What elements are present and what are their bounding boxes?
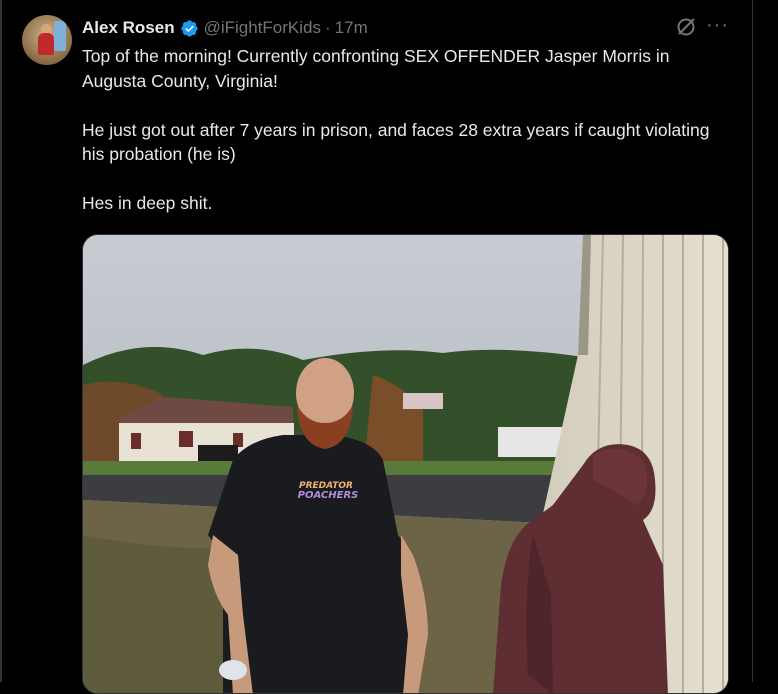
- tweet-photo[interactable]: PREDATOR POACHERS: [82, 234, 729, 694]
- more-options-icon[interactable]: ···: [706, 14, 728, 38]
- verified-badge-icon[interactable]: [180, 19, 199, 38]
- tweet-paragraph-2: He just got out after 7 years in prison,…: [82, 119, 710, 165]
- author-handle[interactable]: @iFightForKids: [204, 18, 321, 38]
- shirt-text-line-2: POACHERS: [298, 490, 359, 501]
- tweet-paragraph-1: Top of the morning! Currently confrontin…: [82, 46, 670, 91]
- tweet-timestamp[interactable]: 17m: [335, 18, 368, 38]
- tweet[interactable]: Alex Rosen @iFightForKids · 17m ··· Top …: [0, 0, 752, 694]
- tweet-header: Alex Rosen @iFightForKids · 17m: [82, 17, 368, 39]
- author-avatar[interactable]: [22, 15, 72, 65]
- tweet-paragraph-3: Hes in deep shit.: [82, 193, 213, 213]
- tweet-text: Top of the morning! Currently confrontin…: [82, 44, 722, 216]
- author-name[interactable]: Alex Rosen: [82, 18, 175, 38]
- timeline-border-right: [752, 0, 753, 682]
- header-separator: ·: [325, 18, 331, 37]
- grok-icon[interactable]: [674, 15, 698, 39]
